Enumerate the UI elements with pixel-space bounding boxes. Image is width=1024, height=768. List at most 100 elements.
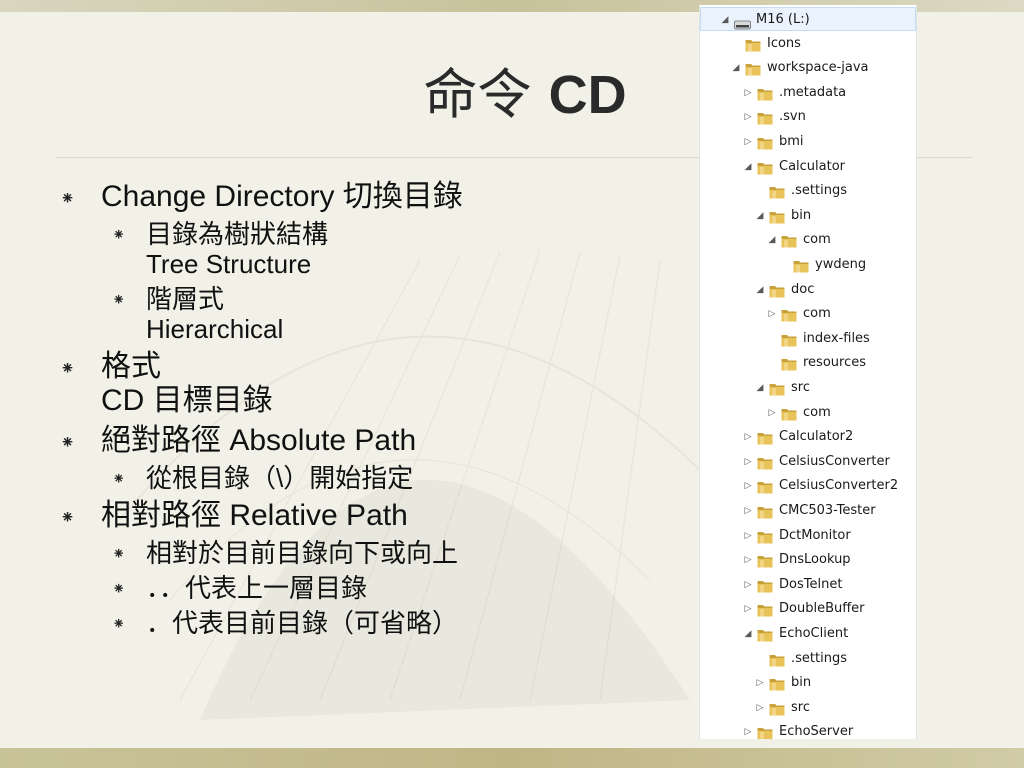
bullet-item: ⁕ 相對路徑 Relative Path [60,499,700,533]
tree-row[interactable]: ▷ com [700,401,916,425]
folder-tree-panel[interactable]: ◢ M16 (L:) Icons ◢ workspace-java ▷ .metadata ▷… [699,5,917,739]
expanded-arrow-icon[interactable]: ◢ [767,228,777,252]
tree-row[interactable]: resources [700,351,916,375]
tree-item-label: com [803,306,831,322]
tree-row[interactable]: .settings [700,647,916,671]
expanded-arrow-icon[interactable]: ◢ [755,278,765,302]
collapsed-arrow-icon[interactable]: ▷ [755,671,765,695]
expanded-arrow-icon[interactable]: ◢ [743,155,753,179]
folder-icon [757,578,773,593]
collapsed-arrow-icon[interactable]: ▷ [743,474,753,498]
tree-row[interactable]: ▷ .svn [700,105,916,129]
tree-item-label: M16 (L:) [756,12,810,27]
collapsed-arrow-icon[interactable]: ▷ [743,597,753,621]
tree-item-label: com [803,404,831,420]
bullet-marker-icon: ⁕ [60,358,76,379]
collapsed-arrow-icon[interactable]: ▷ [743,499,753,523]
tree-row[interactable]: ◢ doc [700,278,916,302]
folder-icon [757,86,773,101]
tree-row[interactable]: ▷ DoubleBuffer [700,597,916,621]
tree-item-label: Calculator2 [779,429,854,445]
tree-item-label: bin [791,207,812,223]
tree-row[interactable]: ▷ .metadata [700,81,916,105]
collapsed-arrow-icon[interactable]: ▷ [743,130,753,154]
collapsed-arrow-icon[interactable]: ▷ [767,302,777,326]
slide-title: 命令 CD [360,60,690,130]
collapsed-arrow-icon[interactable]: ▷ [743,450,753,474]
folder-icon [757,135,773,150]
tree-item-label: workspace-java [767,60,869,76]
tree-row[interactable]: ◢ M16 (L:) [700,7,916,31]
tree-row[interactable]: ▷ src [700,696,916,720]
tree-row[interactable]: ▷ com [700,302,916,326]
folder-icon [781,406,797,421]
collapsed-arrow-icon[interactable]: ▷ [743,573,753,597]
sub-bullet-item: ⁕ 階層式 Hierarchical [60,284,700,344]
tree-item-label: CMC503-Tester [779,503,876,518]
folder-icon [781,356,797,371]
collapsed-arrow-icon[interactable]: ▷ [755,696,765,720]
tree-row[interactable]: ▷ DnsLookup [700,548,916,572]
expanded-arrow-icon[interactable]: ◢ [755,376,765,400]
tree-item-label: Calculator [779,158,846,174]
tree-row[interactable]: ▷ Calculator2 [700,425,916,449]
tree-row[interactable]: ▷ CelsiusConverter [700,450,916,474]
tree-row[interactable]: ◢ com [700,228,916,252]
collapsed-arrow-icon[interactable]: ▷ [743,81,753,105]
tree-row[interactable]: ◢ EchoClient [700,622,916,646]
tree-row[interactable]: ▷ EchoServer [700,720,916,739]
expanded-arrow-icon[interactable]: ◢ [720,8,730,32]
tree-item-label: src [791,699,810,715]
tree-item-label: .settings [791,183,847,199]
bullet-item: ⁕ 絕對路徑 Absolute Path [60,424,700,458]
tree-item-label: doc [791,281,815,297]
bullet-text-line: 相對於目前目錄向下或向上 [146,538,459,568]
tree-item-label: .settings [791,650,847,666]
bullet-text-line: Tree Structure [146,249,312,279]
bullet-marker-icon: ⁕ [112,469,126,488]
tree-row[interactable]: ▷ DctMonitor [700,524,916,548]
tree-item-label: ywdeng [815,257,867,272]
tree-row[interactable]: ▷ CelsiusConverter2 [700,474,916,498]
folder-icon [769,209,785,224]
bullet-text-line: CD 目標目錄 [101,384,273,417]
collapsed-arrow-icon[interactable]: ▷ [743,548,753,572]
expanded-arrow-icon[interactable]: ◢ [743,622,753,646]
tree-item-label: CelsiusConverter [779,453,890,469]
tree-row[interactable]: Icons [700,32,916,56]
bottom-decorative-band [0,748,1024,768]
collapsed-arrow-icon[interactable]: ▷ [767,401,777,425]
tree-row[interactable]: .settings [700,179,916,203]
tree-item-label: Icons [767,35,801,51]
bullet-item: ⁕ 格式 CD 目標目錄 [60,350,700,418]
tree-row[interactable]: ◢ Calculator [700,155,916,179]
bullet-marker-icon: ⁕ [112,579,126,598]
expanded-arrow-icon[interactable]: ◢ [755,204,765,228]
tree-row[interactable]: index-files [700,327,916,351]
tree-item-label: DctMonitor [779,527,851,543]
collapsed-arrow-icon[interactable]: ▷ [743,524,753,548]
collapsed-arrow-icon[interactable]: ▷ [743,720,753,739]
tree-row[interactable]: ◢ workspace-java [700,56,916,80]
bullet-text-line: 絕對路徑 Absolute Path [101,424,417,457]
tree-row[interactable]: ◢ bin [700,204,916,228]
slide-title-latin: CD [548,65,627,125]
sub-bullet-item: ⁕ 目錄為樹狀結構 Tree Structure [60,219,700,279]
tree-row[interactable]: ▷ bmi [700,130,916,154]
tree-row[interactable]: ▷ DosTelnet [700,573,916,597]
sub-bullet-item: ⁕ 從根目錄（\）開始指定 [60,463,700,493]
tree-row[interactable]: ▷ CMC503-Tester [700,499,916,523]
bullet-marker-icon: ⁕ [112,614,126,633]
expanded-arrow-icon[interactable]: ◢ [731,56,741,80]
bullet-marker-icon: ⁕ [60,507,76,528]
tree-row[interactable]: ▷ bin [700,671,916,695]
folder-icon [781,233,797,248]
tree-row[interactable]: ◢ src [700,376,916,400]
folder-icon [757,110,773,125]
collapsed-arrow-icon[interactable]: ▷ [743,425,753,449]
folder-icon [745,37,761,52]
folder-icon [769,701,785,716]
tree-item-label: EchoClient [779,626,849,641]
tree-row[interactable]: ywdeng [700,253,916,277]
collapsed-arrow-icon[interactable]: ▷ [743,105,753,129]
